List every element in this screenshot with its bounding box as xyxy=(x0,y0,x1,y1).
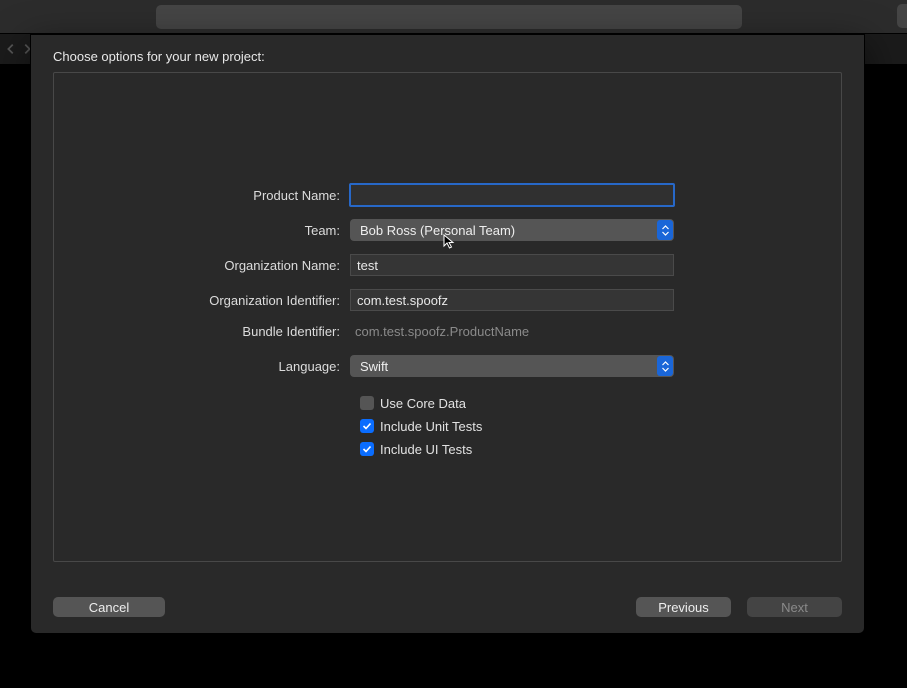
org-identifier-label: Organization Identifier: xyxy=(54,293,350,308)
address-bar[interactable] xyxy=(156,5,742,29)
dialog-title: Choose options for your new project: xyxy=(31,35,864,72)
product-name-input[interactable] xyxy=(349,183,675,207)
use-core-data-label: Use Core Data xyxy=(380,396,466,411)
dialog-body: Product Name: Team: Bob Ross (Personal T… xyxy=(53,72,842,562)
include-unit-tests-checkbox[interactable] xyxy=(360,419,374,433)
org-identifier-input[interactable] xyxy=(350,289,674,311)
toolbar xyxy=(0,0,907,34)
cancel-button[interactable]: Cancel xyxy=(53,597,165,617)
check-icon xyxy=(362,444,372,454)
team-label: Team: xyxy=(54,223,350,238)
new-project-dialog: Choose options for your new project: Pro… xyxy=(30,34,865,634)
toolbar-right-stub xyxy=(897,4,907,28)
chevron-left-icon xyxy=(4,42,18,56)
team-popup-value: Bob Ross (Personal Team) xyxy=(350,223,657,238)
include-ui-tests-checkbox[interactable] xyxy=(360,442,374,456)
language-popup-value: Swift xyxy=(350,359,657,374)
popup-stepper-icon xyxy=(657,356,673,376)
bundle-identifier-label: Bundle Identifier: xyxy=(54,324,350,339)
org-name-input[interactable] xyxy=(350,254,674,276)
previous-button[interactable]: Previous xyxy=(636,597,731,617)
dialog-footer: Cancel Previous Next xyxy=(53,597,842,617)
use-core-data-checkbox[interactable] xyxy=(360,396,374,410)
project-options-form: Product Name: Team: Bob Ross (Personal T… xyxy=(54,183,841,461)
next-button: Next xyxy=(747,597,842,617)
bundle-identifier-value: com.test.spoofz.ProductName xyxy=(350,324,529,339)
popup-stepper-icon xyxy=(657,220,673,240)
include-unit-tests-label: Include Unit Tests xyxy=(380,419,482,434)
org-name-label: Organization Name: xyxy=(54,258,350,273)
language-popup[interactable]: Swift xyxy=(350,355,674,377)
product-name-label: Product Name: xyxy=(54,188,350,203)
language-label: Language: xyxy=(54,359,350,374)
check-icon xyxy=(362,421,372,431)
window-root: Choose options for your new project: Pro… xyxy=(0,0,907,688)
include-ui-tests-label: Include UI Tests xyxy=(380,442,472,457)
team-popup[interactable]: Bob Ross (Personal Team) xyxy=(350,219,674,241)
